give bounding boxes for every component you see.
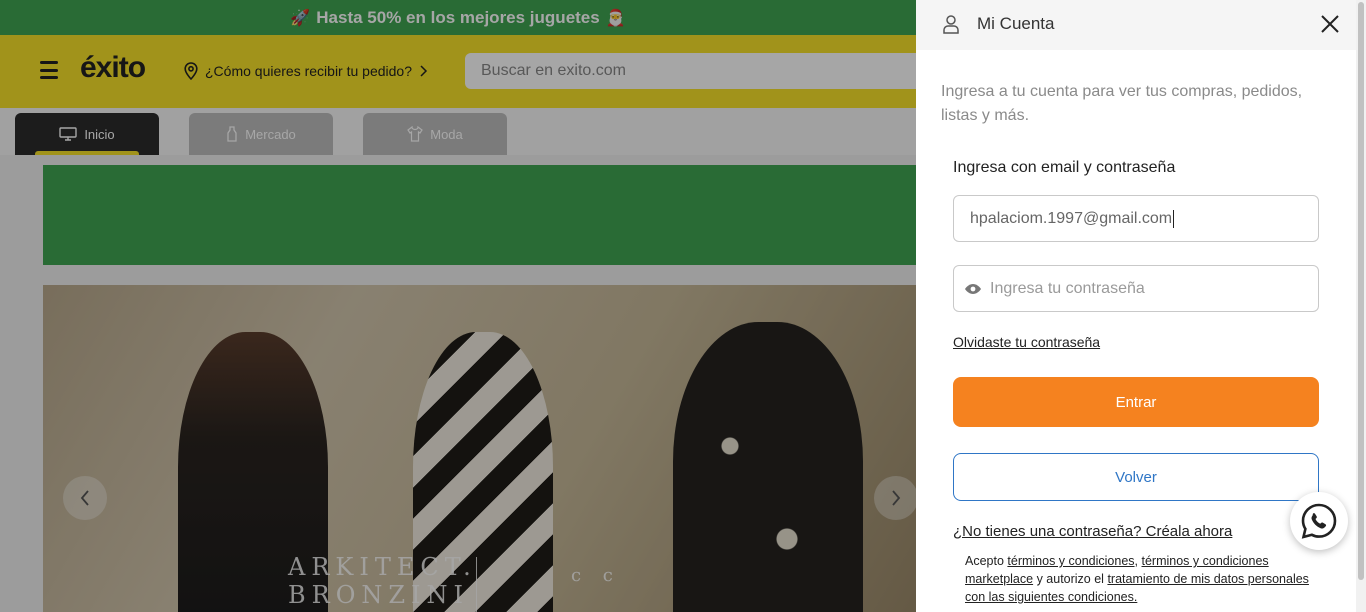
password-field[interactable]: Ingresa tu contraseña — [953, 265, 1319, 312]
terms-link[interactable]: términos y condiciones — [1007, 554, 1134, 568]
background-site: 🚀 Hasta 50% en los mejores juguetes 🎅 éx… — [0, 0, 916, 612]
create-password-link[interactable]: ¿No tienes una contraseña? Créala ahora — [953, 523, 1232, 540]
forgot-password-link[interactable]: Olvidaste tu contraseña — [953, 334, 1100, 350]
close-icon[interactable] — [1318, 12, 1342, 36]
whatsapp-button[interactable] — [1290, 492, 1348, 550]
modal-backdrop[interactable] — [0, 0, 916, 612]
scrollbar-thumb[interactable] — [1358, 2, 1364, 580]
panel-intro: Ingresa a tu cuenta para ver tus compras… — [941, 83, 1303, 124]
whatsapp-icon — [1301, 503, 1337, 539]
login-button[interactable]: Entrar — [953, 377, 1319, 427]
password-placeholder: Ingresa tu contraseña — [990, 279, 1145, 297]
text-caret — [1173, 209, 1175, 228]
panel-title: Mi Cuenta — [977, 14, 1055, 33]
eye-icon[interactable] — [964, 283, 982, 295]
terms-text: Acepto términos y condiciones, términos … — [965, 554, 1309, 604]
email-field[interactable]: hpalaciom.1997@gmail.com — [953, 195, 1319, 242]
panel-scrollbar[interactable] — [1356, 0, 1366, 612]
back-button[interactable]: Volver — [953, 453, 1319, 501]
login-section-title: Ingresa con email y contraseña — [953, 159, 1176, 176]
user-icon — [943, 15, 959, 34]
email-value: hpalaciom.1997@gmail.com — [970, 209, 1173, 227]
account-panel: Mi Cuenta Ingresa a tu cuenta para ver t… — [916, 0, 1366, 612]
panel-header: Mi Cuenta — [916, 0, 1366, 50]
